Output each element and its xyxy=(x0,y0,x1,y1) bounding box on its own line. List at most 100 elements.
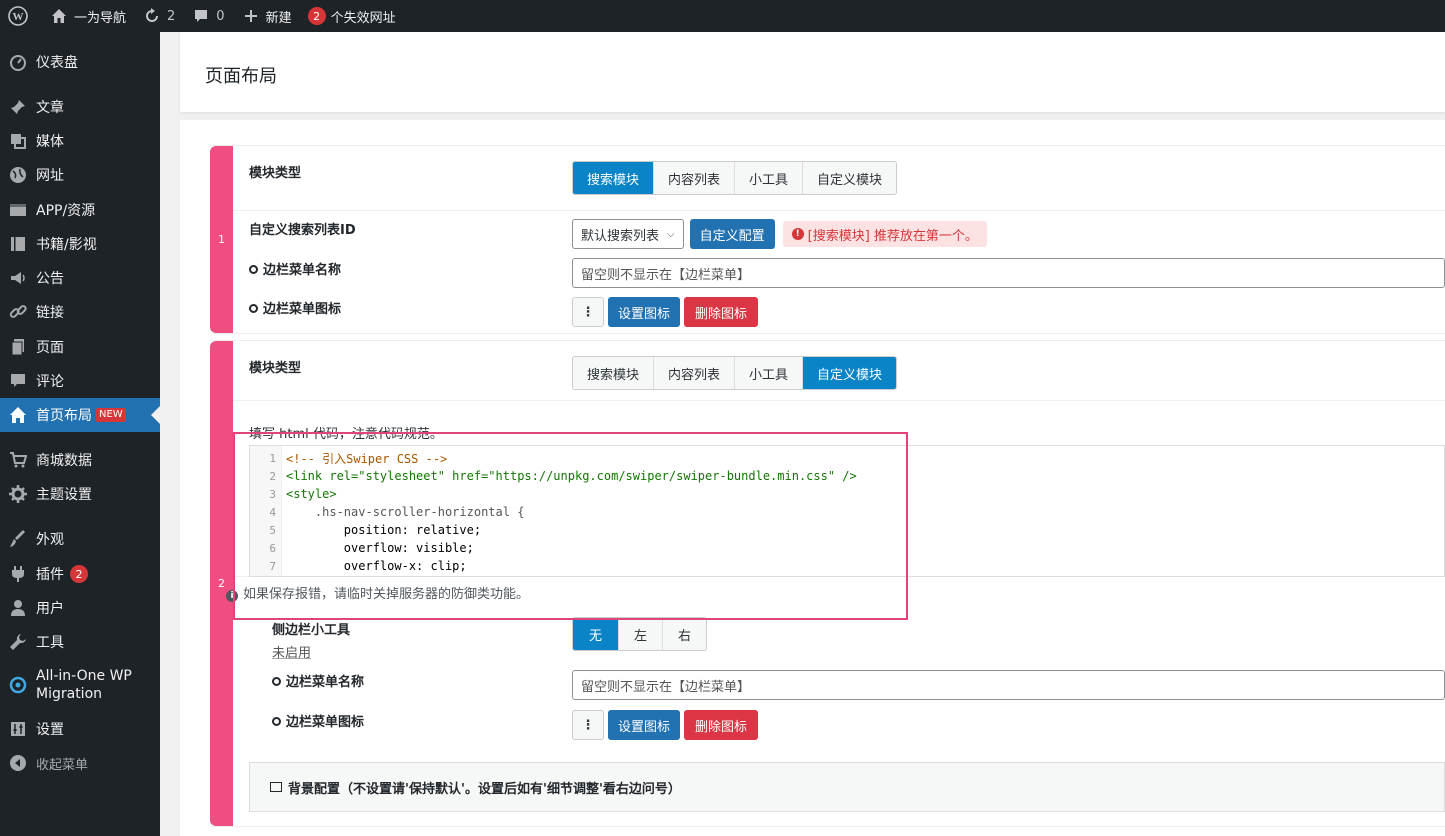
select-value: 默认搜索列表 xyxy=(581,228,660,244)
updates-link[interactable]: 2 xyxy=(134,0,183,32)
tab-content-list[interactable]: 内容列表 xyxy=(654,357,736,389)
wordpress-logo[interactable]: W xyxy=(0,0,41,32)
sidebar-item-dashboard[interactable]: 仪表盘 xyxy=(0,45,160,79)
sidebar-item-books[interactable]: 书籍/影视 xyxy=(0,227,160,261)
sidebar-item-links[interactable]: 链接 xyxy=(0,295,160,329)
line-number: 7 xyxy=(269,559,276,573)
chevron-down-icon: ⌵ xyxy=(667,228,675,240)
option-left[interactable]: 左 xyxy=(619,618,664,650)
group-index[interactable]: 1 xyxy=(210,146,233,333)
code-editor[interactable]: 1 <!-- 引入Swiper CSS --> 2 <link rel="style… xyxy=(249,445,1445,577)
sidebar-widget-control: 无 左 右 xyxy=(572,617,708,651)
migration-icon xyxy=(0,676,36,694)
field-custom-html: 填写 html 代码，注意代码规范。 1 <!-- 引入Swiper CSS --… xyxy=(233,401,1445,577)
label-text: 边栏菜单图标 xyxy=(286,715,365,730)
line-number: 6 xyxy=(269,541,276,555)
tab-content-list[interactable]: 内容列表 xyxy=(654,162,736,194)
wrench-icon xyxy=(0,633,36,651)
tab-custom-module[interactable]: 自定义模块 xyxy=(803,162,897,194)
pin-icon xyxy=(0,98,36,116)
search-list-control: 默认搜索列表 ⌵ 自定义配置 ! [搜索模块] 推荐放在第一个。 xyxy=(572,219,987,249)
code-line: 2 <link rel="stylesheet" href="https://un… xyxy=(250,467,1444,485)
field-module-type: 模块类型 搜索模块 内容列表 小工具 自定义模块 xyxy=(233,146,1445,211)
menu-name-input[interactable]: 留空则不显示在【边栏菜单】 xyxy=(572,670,1445,700)
comments-link[interactable]: 0 xyxy=(183,0,232,32)
menu-icon-label: 边栏菜单图标 xyxy=(272,711,364,730)
tab-search-module[interactable]: 搜索模块 xyxy=(573,162,655,194)
field-label: 模块类型 xyxy=(249,361,302,376)
sidebar-item-label: 页面 xyxy=(36,340,64,356)
tab-custom-module[interactable]: 自定义模块 xyxy=(803,357,897,389)
sidebar-item-label: 网址 xyxy=(36,168,64,184)
sidebar-item-settings[interactable]: 设置 xyxy=(0,712,160,746)
sidebar-item-label: 用户 xyxy=(36,601,64,617)
page-icon xyxy=(0,338,36,356)
layout-group-2: 2 模块类型 搜索模块 内容列表 小工具 自定义模块 填写 html 代码，注意… xyxy=(210,340,1445,827)
new-content-link[interactable]: 新建 xyxy=(233,0,300,32)
module-type-control: 搜索模块 内容列表 小工具 自定义模块 xyxy=(572,356,898,390)
delete-icon-button[interactable]: 删除图标 xyxy=(684,297,759,327)
megaphone-icon xyxy=(0,269,36,287)
sidebar-item-label: 外观 xyxy=(36,532,64,548)
tab-widget[interactable]: 小工具 xyxy=(735,162,804,194)
sidebar-item-apps[interactable]: APP/资源 xyxy=(0,193,160,227)
collapse-icon xyxy=(0,754,36,772)
custom-config-button[interactable]: 自定义配置 xyxy=(689,219,775,249)
set-icon-button[interactable]: 设置图标 xyxy=(608,710,681,740)
info-icon: i xyxy=(226,590,238,602)
more-options-icon[interactable]: ⋮ xyxy=(572,297,604,327)
sidebar-item-label: 商城数据 xyxy=(36,453,92,469)
field-sublabel[interactable]: 未启用 xyxy=(272,642,311,661)
page-header: 页面布局 xyxy=(180,32,1445,112)
sidebar-item-theme-settings[interactable]: 主题设置 xyxy=(0,477,160,511)
line-number: 1 xyxy=(269,451,276,465)
sidebar-item-users[interactable]: 用户 xyxy=(0,591,160,625)
sidebar-item-label: APP/资源 xyxy=(36,203,96,219)
background-config-panel[interactable]: 背景配置（不设置请'保持默认'。设置后如有'细节调整'看右边问号） xyxy=(249,762,1445,812)
code-line: 6 overflow: visible; xyxy=(250,539,1444,557)
sidebar-item-shop-data[interactable]: 商城数据 xyxy=(0,443,160,477)
tab-widget[interactable]: 小工具 xyxy=(735,357,804,389)
site-name-link[interactable]: 一为导航 xyxy=(41,0,134,32)
sidebar-item-sites[interactable]: 网址 xyxy=(0,158,160,192)
broken-count-badge: 2 xyxy=(307,7,326,25)
module-type-buttons: 搜索模块 内容列表 小工具 自定义模块 xyxy=(572,161,898,195)
admin-bar: W 一为导航 2 0 新建 2 个失效网址 xyxy=(0,0,1445,32)
search-list-select[interactable]: 默认搜索列表 ⌵ xyxy=(572,219,684,249)
menu-name-input[interactable]: 留空则不显示在【边栏菜单】 xyxy=(572,258,1445,288)
more-options-icon[interactable]: ⋮ xyxy=(572,710,604,740)
field-menu-settings: 边栏菜单名称 留空则不显示在【边栏菜单】 边栏菜单图标 ⋮ 设置图标 删除图标 xyxy=(233,665,1445,745)
sidebar-item-posts[interactable]: 文章 xyxy=(0,90,160,124)
code-text: <!-- 引入Swiper CSS --> xyxy=(286,451,448,466)
sidebar-item-appearance[interactable]: 外观 xyxy=(0,522,160,556)
sidebar-item-comments[interactable]: 评论 xyxy=(0,364,160,398)
label-text: 边栏菜单名称 xyxy=(286,675,365,690)
updates-count: 2 xyxy=(167,8,176,24)
home-icon xyxy=(0,406,36,424)
set-icon-button[interactable]: 设置图标 xyxy=(608,297,681,327)
dashboard-icon xyxy=(0,53,36,71)
image-icon xyxy=(270,782,282,792)
admin-sidebar: 仪表盘 文章 媒体 网址 APP/资源 书籍/影视 公告 链接 页面 评论 首页… xyxy=(0,32,160,836)
collapse-menu-button[interactable]: 收起菜单 xyxy=(0,746,160,780)
sidebar-item-media[interactable]: 媒体 xyxy=(0,124,160,158)
field-sidebar-widget: 侧边栏小工具 未启用 无 左 右 xyxy=(233,605,1445,665)
delete-icon-button[interactable]: 删除图标 xyxy=(684,710,759,740)
sidebar-item-label: 公告 xyxy=(36,271,64,287)
sidebar-item-tools[interactable]: 工具 xyxy=(0,625,160,659)
sidebar-widget-options: 无 左 右 xyxy=(572,617,708,651)
option-right[interactable]: 右 xyxy=(663,618,707,650)
sidebar-item-home-layout[interactable]: 首页布局 NEW xyxy=(0,398,160,432)
sidebar-item-label: 设置 xyxy=(36,722,64,738)
menu-icon-label: 边栏菜单图标 xyxy=(249,298,341,317)
broken-links-link[interactable]: 2 个失效网址 xyxy=(300,0,404,32)
book-icon xyxy=(0,235,36,253)
tab-search-module[interactable]: 搜索模块 xyxy=(573,357,655,389)
gear-icon xyxy=(0,485,36,503)
code-text: .hs-nav-scroller-horizontal { xyxy=(286,505,525,519)
sidebar-item-plugins[interactable]: 插件 2 xyxy=(0,557,160,591)
sidebar-item-pages[interactable]: 页面 xyxy=(0,330,160,364)
sidebar-item-notice[interactable]: 公告 xyxy=(0,261,160,295)
sidebar-item-migration[interactable]: All-in-One WP Migration xyxy=(0,665,160,705)
option-none[interactable]: 无 xyxy=(573,618,620,650)
